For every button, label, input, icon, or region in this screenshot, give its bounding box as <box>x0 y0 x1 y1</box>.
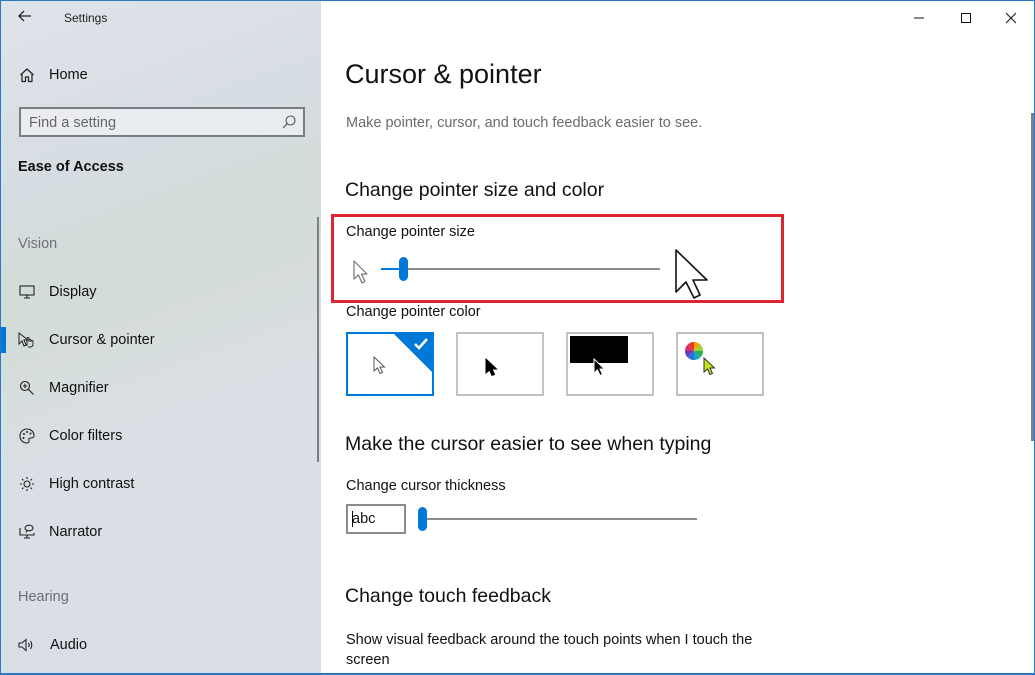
inverted-pointer-icon <box>593 358 606 377</box>
main-scrollbar[interactable] <box>1031 113 1034 441</box>
audio-icon <box>18 636 36 654</box>
group-label-vision: Vision <box>18 236 58 252</box>
maximize-button[interactable] <box>946 5 986 31</box>
touch-section-heading: Change touch feedback <box>345 585 551 607</box>
pointer-section-heading: Change pointer size and color <box>345 179 605 201</box>
sidebar-item-label: Narrator <box>49 524 103 540</box>
pointer-size-slider-track[interactable] <box>381 268 660 270</box>
white-pointer-icon <box>373 356 386 375</box>
large-pointer-icon <box>675 249 708 299</box>
back-arrow-icon <box>18 10 31 22</box>
settings-window: Settings Home Ease of Access Vision Disp… <box>0 0 1035 675</box>
back-button[interactable] <box>13 7 37 29</box>
page-description: Make pointer, cursor, and touch feedback… <box>346 115 703 131</box>
home-icon <box>18 66 36 84</box>
close-icon <box>1005 12 1017 24</box>
main-content: Cursor & pointer Make pointer, cursor, a… <box>321 1 1034 673</box>
text-caret <box>352 511 353 527</box>
pointer-color-label: Change pointer color <box>346 304 481 320</box>
black-pointer-icon <box>485 358 498 377</box>
search-box[interactable] <box>19 107 305 137</box>
sidebar-item-cursor-pointer[interactable]: Cursor & pointer <box>1 327 298 353</box>
cursor-thickness-slider-track[interactable] <box>418 518 697 520</box>
sidebar-item-narrator[interactable]: Narrator <box>18 521 298 543</box>
search-input[interactable] <box>29 113 274 133</box>
typing-section-heading: Make the cursor easier to see when typin… <box>345 433 712 455</box>
pointer-size-slider-thumb[interactable] <box>399 257 409 281</box>
sidebar-item-label: Audio <box>50 637 88 653</box>
small-pointer-icon <box>353 260 368 284</box>
sidebar-item-label: Color filters <box>49 428 123 444</box>
pointer-color-inverted-option[interactable] <box>566 332 654 396</box>
custom-color-pointer-icon <box>703 357 716 376</box>
sidebar-item-label: Home <box>49 67 88 83</box>
preview-text: abc <box>352 511 376 527</box>
minimize-button[interactable] <box>899 5 939 31</box>
sidebar: Settings Home Ease of Access Vision Disp… <box>1 1 321 673</box>
sidebar-item-audio[interactable]: Audio <box>18 634 298 656</box>
minimize-icon <box>914 17 924 19</box>
cursor-thickness-preview: abc <box>346 504 406 534</box>
sidebar-item-magnifier[interactable]: Magnifier <box>18 377 298 399</box>
pointer-color-custom-option[interactable] <box>676 332 764 396</box>
high-contrast-icon <box>18 475 36 493</box>
maximize-icon <box>961 13 971 23</box>
section-title: Ease of Access <box>18 159 124 175</box>
magnifier-icon <box>18 379 36 397</box>
search-icon[interactable] <box>281 114 297 130</box>
narrator-icon <box>18 523 36 541</box>
color-filters-icon <box>18 427 36 445</box>
close-button[interactable] <box>991 5 1031 31</box>
sidebar-item-label: Cursor & pointer <box>49 332 155 348</box>
sidebar-item-label: High contrast <box>49 476 135 492</box>
touch-feedback-description: Show visual feedback around the touch po… <box>346 632 753 668</box>
app-title: Settings <box>64 11 108 25</box>
page-title: Cursor & pointer <box>345 59 542 89</box>
pointer-size-label: Change pointer size <box>346 224 475 240</box>
cursor-pointer-icon <box>18 331 36 349</box>
cursor-thickness-label: Change cursor thickness <box>346 478 506 494</box>
display-icon <box>18 283 36 301</box>
sidebar-item-high-contrast[interactable]: High contrast <box>18 473 298 495</box>
sidebar-item-display[interactable]: Display <box>18 281 298 303</box>
sidebar-item-home[interactable]: Home <box>18 64 88 86</box>
sidebar-item-color-filters[interactable]: Color filters <box>18 425 298 447</box>
checkmark-icon <box>414 338 428 350</box>
cursor-thickness-slider-thumb[interactable] <box>418 507 427 531</box>
sidebar-item-label: Magnifier <box>49 380 109 396</box>
color-wheel-icon <box>684 341 704 361</box>
sidebar-item-label: Display <box>49 284 97 300</box>
pointer-color-black-option[interactable] <box>456 332 544 396</box>
pointer-color-white-option[interactable] <box>346 332 434 396</box>
group-label-hearing: Hearing <box>18 589 69 605</box>
sidebar-scrollbar[interactable] <box>317 217 319 462</box>
